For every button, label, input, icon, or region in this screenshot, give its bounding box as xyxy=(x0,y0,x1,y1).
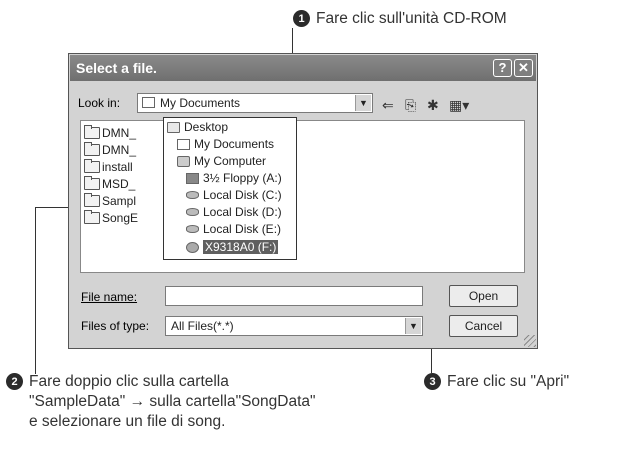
resize-grip-icon[interactable] xyxy=(524,335,536,347)
file-list[interactable]: DMN_ DMN_ install MSD_ Sampl SongE xyxy=(80,120,525,273)
dropdown-item-label: Desktop xyxy=(184,120,229,134)
dropdown-item-label: Local Disk (C:) xyxy=(203,188,282,202)
files-of-type-value: All Files(*.*) xyxy=(171,319,234,333)
folder-label: SongE xyxy=(102,211,139,225)
folder-label: DMN_ xyxy=(102,126,137,140)
back-arrow-icon[interactable]: ⇐ xyxy=(382,97,394,114)
view-menu-icon[interactable]: ▦▾ xyxy=(449,97,469,114)
disk-icon xyxy=(186,191,199,199)
disk-icon xyxy=(186,208,199,216)
dropdown-item-local-disk-d[interactable]: Local Disk (D:) xyxy=(186,205,282,219)
cdrom-icon xyxy=(186,241,199,253)
look-in-dropdown[interactable]: Desktop My Documents My Computer 3½ Flop… xyxy=(163,117,297,260)
folder-label: DMN_ xyxy=(102,143,137,157)
dropdown-item-local-disk-c[interactable]: Local Disk (C:) xyxy=(186,188,282,202)
callout-2: 2 Fare doppio clic sulla cartella "Sampl… xyxy=(6,372,326,432)
close-button[interactable]: ✕ xyxy=(514,59,533,77)
dialog-titlebar: Select a file. ? ✕ xyxy=(70,55,536,81)
dropdown-item-label: 3½ Floppy (A:) xyxy=(203,171,282,185)
list-item[interactable]: DMN_ xyxy=(84,142,137,157)
callout-number-3: 3 xyxy=(424,373,441,390)
list-item[interactable]: install xyxy=(84,159,133,174)
dropdown-item-label: X9318A0 (F:) xyxy=(203,240,279,254)
dropdown-item-label: Local Disk (E:) xyxy=(203,222,282,236)
folder-icon xyxy=(84,142,100,156)
folder-label: install xyxy=(102,160,133,174)
dropdown-item-desktop[interactable]: Desktop xyxy=(167,120,228,134)
list-item[interactable]: DMN_ xyxy=(84,125,137,140)
dropdown-item-label: My Documents xyxy=(194,137,275,151)
look-in-label: Look in: xyxy=(78,96,121,110)
dropdown-item-cdrom[interactable]: X9318A0 (F:) xyxy=(186,240,279,254)
folder-label: Sampl xyxy=(102,194,137,208)
up-folder-icon[interactable]: ⎘ xyxy=(405,97,416,114)
computer-icon xyxy=(177,155,190,167)
callout-3: 3 Fare clic su "Apri" xyxy=(424,372,569,392)
desktop-icon xyxy=(167,121,180,133)
list-item[interactable]: SongE xyxy=(84,210,139,225)
callout-number-2: 2 xyxy=(6,373,23,390)
folder-icon xyxy=(84,125,100,139)
open-button[interactable]: Open xyxy=(449,285,518,307)
callout-number-1: 1 xyxy=(293,10,310,27)
cancel-button[interactable]: Cancel xyxy=(449,315,518,337)
callout-1: 1 Fare clic sull'unità CD-ROM xyxy=(293,9,507,29)
chevron-down-icon[interactable]: ▼ xyxy=(405,318,421,334)
dropdown-item-local-disk-e[interactable]: Local Disk (E:) xyxy=(186,222,281,236)
file-name-input[interactable] xyxy=(165,286,423,306)
file-name-label: File name: xyxy=(81,290,137,304)
dropdown-item-floppy[interactable]: 3½ Floppy (A:) xyxy=(186,171,282,185)
dropdown-item-my-computer[interactable]: My Computer xyxy=(177,154,266,168)
folder-icon xyxy=(84,210,100,224)
documents-folder-icon xyxy=(177,138,190,150)
disk-icon xyxy=(186,225,199,233)
new-folder-icon[interactable]: ✱ xyxy=(427,97,439,114)
dropdown-item-label: Local Disk (D:) xyxy=(203,205,282,219)
callout-text-3: Fare clic su "Apri" xyxy=(447,373,570,390)
help-button[interactable]: ? xyxy=(493,59,512,77)
select-file-dialog: Select a file. ? ✕ Look in: My Documents… xyxy=(68,53,538,349)
chevron-down-icon[interactable]: ▼ xyxy=(355,95,371,111)
files-of-type-label: Files of type: xyxy=(81,319,150,333)
folder-icon xyxy=(84,193,100,207)
folder-icon xyxy=(84,159,100,173)
floppy-icon xyxy=(186,172,199,184)
dropdown-item-my-documents[interactable]: My Documents xyxy=(177,137,274,151)
files-of-type-select[interactable]: All Files(*.*) ▼ xyxy=(165,316,423,336)
documents-folder-icon xyxy=(142,97,155,108)
dropdown-item-label: My Computer xyxy=(194,154,267,168)
callout-2-leader-vertical xyxy=(35,207,36,374)
folder-label: MSD_ xyxy=(102,177,136,191)
callout-text-2: Fare doppio clic sulla cartella "SampleD… xyxy=(29,373,316,430)
file-name-label-text: File name: xyxy=(81,290,138,304)
dialog-title: Select a file. xyxy=(76,60,157,76)
folder-icon xyxy=(84,176,100,190)
list-item[interactable]: MSD_ xyxy=(84,176,136,191)
look-in-value: My Documents xyxy=(160,96,241,110)
callout-text-1: Fare clic sull'unità CD-ROM xyxy=(316,10,507,27)
list-item[interactable]: Sampl xyxy=(84,193,137,208)
look-in-combo[interactable]: My Documents ▼ xyxy=(137,93,373,113)
